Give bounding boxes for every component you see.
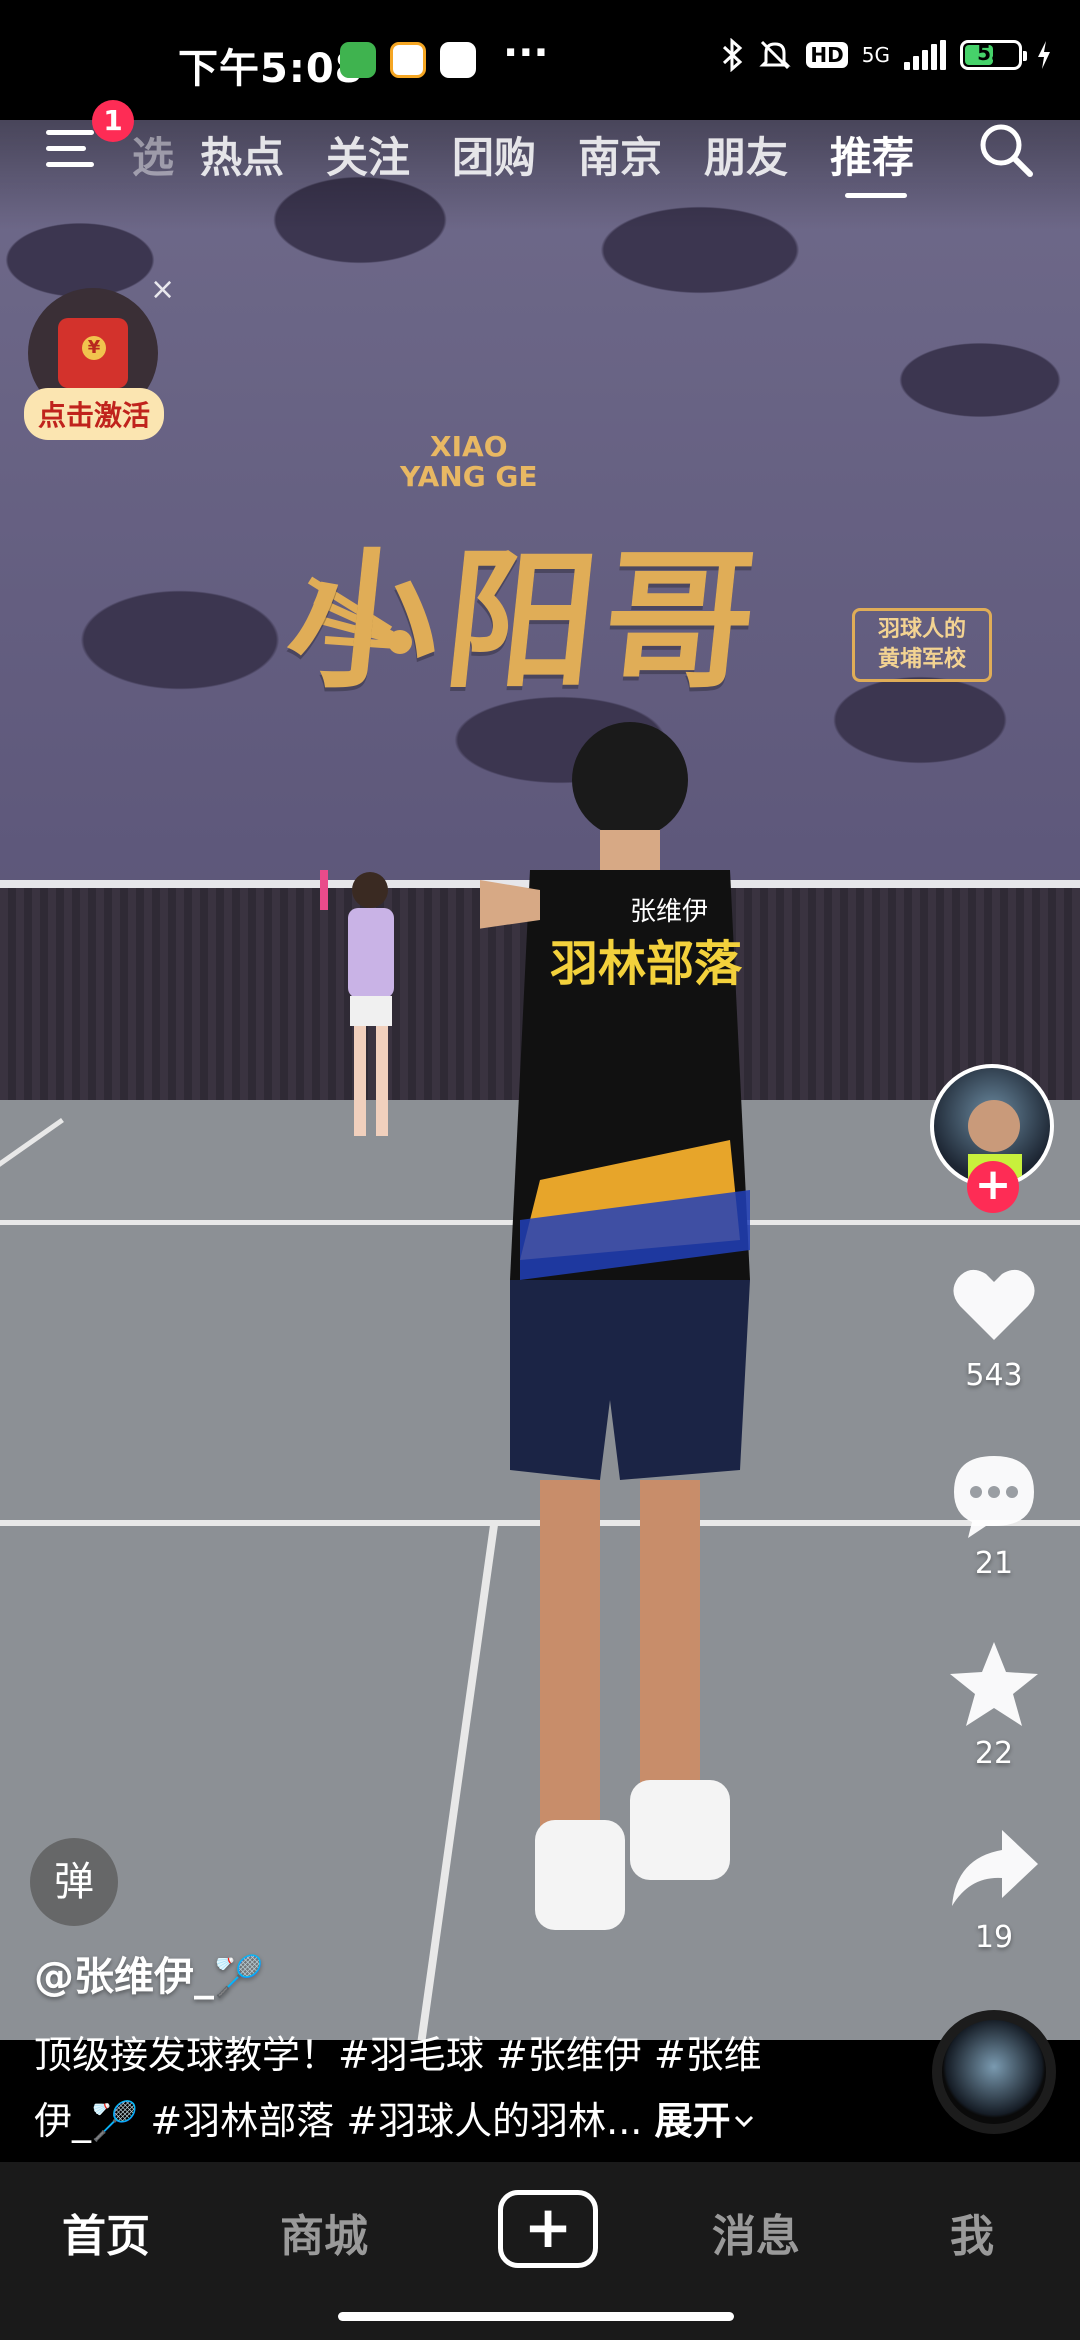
mute-bell-icon xyxy=(759,40,792,70)
create-button[interactable]: + xyxy=(498,2190,598,2268)
home-indicator[interactable] xyxy=(338,2312,734,2321)
music-disc-icon[interactable] xyxy=(932,2010,1056,2134)
tab-group-buy[interactable]: 团购 xyxy=(452,124,536,185)
hd-badge: HD xyxy=(806,42,848,68)
expand-caption-button[interactable]: 展开 xyxy=(655,2099,757,2143)
far-player xyxy=(320,870,394,1136)
app-58-notification-icon xyxy=(390,42,426,78)
favorite-count: 22 xyxy=(974,1736,1014,1771)
wechat-notification-icon xyxy=(340,42,376,78)
favorite-star-icon[interactable] xyxy=(946,1636,1042,1732)
charging-icon xyxy=(1038,41,1050,69)
tab-hot[interactable]: 热点 xyxy=(200,124,284,185)
author-name[interactable]: @张维伊_🏸 xyxy=(34,1944,264,2002)
battery-icon: 53 xyxy=(960,40,1027,70)
battery-percent: 53 xyxy=(977,41,1005,65)
promo-close-button[interactable]: × xyxy=(150,272,175,307)
tab-city[interactable]: 南京 xyxy=(578,124,662,185)
follow-button[interactable]: + xyxy=(967,1161,1019,1213)
status-time: 下午5:08 xyxy=(178,46,364,92)
status-right-group: HD 5G 53 xyxy=(722,38,1052,72)
jersey-team: 羽林部落 xyxy=(550,936,743,992)
menu-notification-badge: 1 xyxy=(92,100,134,142)
promo-activate-label[interactable]: 点击激活 xyxy=(24,388,165,440)
jersey-name: 张维伊 xyxy=(630,897,708,927)
caption-line-1: 顶级接发球教学！#羽毛球 #张维伊 #张维 xyxy=(34,2033,762,2077)
tab-recommend[interactable]: 推荐 xyxy=(830,124,914,185)
bluetooth-icon xyxy=(723,38,743,72)
search-icon[interactable] xyxy=(976,120,1036,180)
nav-mall[interactable]: 商城 xyxy=(280,2200,368,2264)
chevron-down-icon xyxy=(734,2115,753,2128)
menu-button[interactable] xyxy=(46,126,94,172)
caption-line-2: 伊_🏸 #羽林部落 #羽球人的羽林... 展开 xyxy=(34,2088,814,2154)
like-count: 543 xyxy=(965,1358,1023,1393)
nav-home[interactable]: 首页 xyxy=(62,2200,150,2264)
logo-badge: 羽球人的 黄埔军校 xyxy=(852,608,992,682)
comment-icon[interactable] xyxy=(946,1446,1042,1542)
brand-logo: 小阳哥 xyxy=(279,533,772,709)
danmaku-toggle-button[interactable]: 弹 xyxy=(30,1838,118,1926)
share-arrow-icon[interactable] xyxy=(946,1822,1042,1918)
active-tab-indicator xyxy=(845,193,907,198)
like-heart-icon[interactable] xyxy=(946,1256,1042,1352)
tab-partial[interactable]: 选 xyxy=(132,124,174,185)
logo-pinyin: XIAO YANG GE xyxy=(400,430,538,493)
tab-friends[interactable]: 朋友 xyxy=(704,124,788,185)
share-count: 19 xyxy=(974,1920,1014,1955)
nav-me[interactable]: 我 xyxy=(950,2200,994,2264)
more-notifications-icon: ··· xyxy=(503,30,549,76)
app-notification-icon xyxy=(440,42,476,78)
comment-count: 21 xyxy=(974,1546,1014,1581)
near-player: 羽林部落 张维伊 xyxy=(480,722,750,1930)
network-type: 5G xyxy=(861,43,890,67)
nav-messages[interactable]: 消息 xyxy=(712,2200,800,2264)
video-caption[interactable]: 顶级接发球教学！#羽毛球 #张维伊 #张维 伊_🏸 #羽林部落 #羽球人的羽林.… xyxy=(34,2022,814,2154)
status-bar: 下午5:08 ··· HD 5G 53 xyxy=(0,0,1080,120)
tab-following[interactable]: 关注 xyxy=(326,124,410,185)
signal-strength-icon xyxy=(904,40,946,70)
